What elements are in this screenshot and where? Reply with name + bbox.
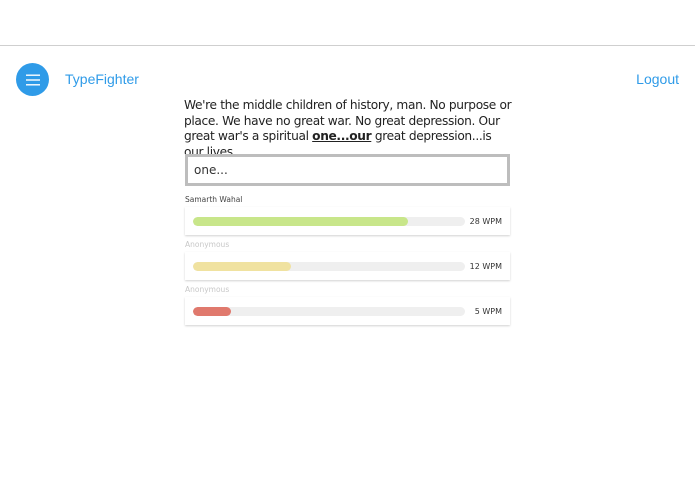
racer-row: Samarth Wahal 28 WPM [185,195,510,235]
typing-input[interactable] [188,157,507,183]
progress-fill [193,307,232,316]
racer-card: 28 WPM [185,207,510,235]
racer-row: Anonymous 12 WPM [185,240,510,280]
racer-row: Anonymous 5 WPM [185,285,510,325]
wpm-label: 12 WPM [469,262,502,271]
progress-fill [193,262,291,271]
app-title[interactable]: TypeFighter [65,71,139,87]
racer-name: Anonymous [185,240,230,249]
hamburger-menu-icon [25,74,40,86]
logout-link[interactable]: Logout [636,71,679,87]
top-bar [0,0,695,46]
progress-fill [193,217,408,226]
racer-name: Samarth Wahal [185,195,243,204]
progress-track [193,307,465,316]
quote-current-word: one...our [312,129,372,144]
wpm-label: 5 WPM [474,307,502,316]
typing-input-box[interactable] [185,154,510,186]
menu-button[interactable] [16,63,49,96]
racer-name: Anonymous [185,285,230,294]
racer-card: 5 WPM [185,297,510,325]
progress-track [193,217,465,226]
quote-text: We're the middle children of history, ma… [184,98,514,160]
racer-card: 12 WPM [185,252,510,280]
progress-track [193,262,465,271]
wpm-label: 28 WPM [469,217,502,226]
